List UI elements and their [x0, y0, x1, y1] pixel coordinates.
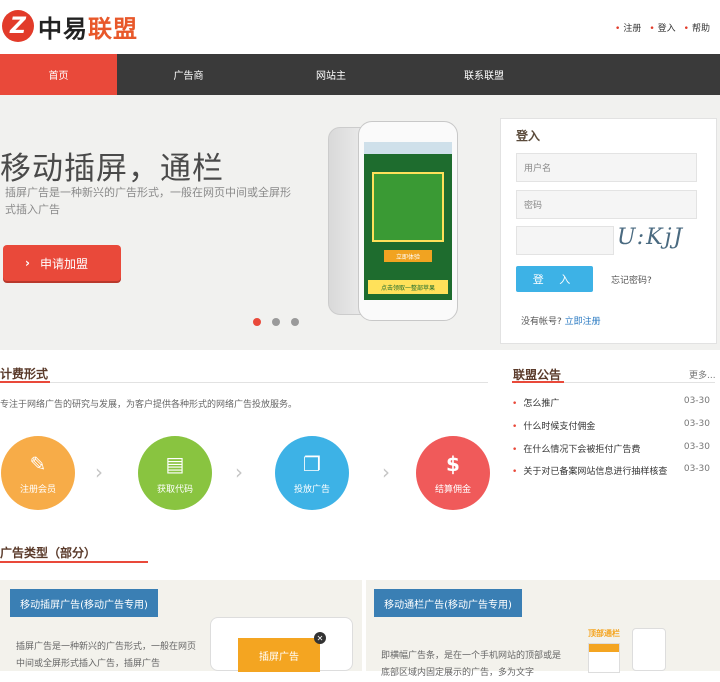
step-place-ad[interactable]: ❐ 投放广告: [275, 436, 349, 510]
captcha-input[interactable]: [516, 226, 614, 255]
banner-subtitle: 插屏广告是一种新兴的广告形式，一般在网页中间或全屏形式插入广告: [5, 186, 291, 216]
phone-illustration: 立即体验 点击领取一整部苹果: [328, 121, 460, 321]
fee-section-title: 计费形式: [0, 367, 49, 381]
adtype-desc-interstitial: 插屏广告是一种新兴的广告形式，一般在网页中间或全屏形式插入广告，插屏广告: [16, 642, 197, 669]
phone-screen: 立即体验 点击领取一整部苹果: [364, 142, 452, 300]
no-account-text: 没有帐号? 立即注册: [521, 317, 601, 327]
adtype-desc-banner: 即横幅广告条，是在一个手机网站的顶部或是底部区域内固定展示的广告，多为文字: [381, 651, 562, 678]
notice-more-link[interactable]: 更多...: [689, 368, 716, 381]
step-settle[interactable]: $ 结算佣金: [416, 436, 490, 510]
step-get-code[interactable]: ▤ 获取代码: [138, 436, 212, 510]
apply-join-button[interactable]: › 申请加盟: [3, 245, 121, 281]
adtype-tag-interstitial[interactable]: 移动插屏广告(移动广告专用): [10, 589, 158, 617]
password-input[interactable]: 密码: [516, 190, 697, 219]
main-nav: 首页 广告商 网站主 联系联盟: [0, 54, 720, 95]
logo-icon: Z: [2, 10, 34, 42]
login-button[interactable]: 登 入: [516, 266, 593, 292]
carousel-dot-3[interactable]: [291, 318, 299, 326]
phone-screen-banner: 点击领取一整部苹果: [368, 280, 448, 294]
chevron-right-icon: ›: [25, 256, 30, 270]
fee-divider: [0, 382, 488, 383]
banner-ad-preview: 顶部通栏: [588, 628, 628, 673]
code-document-icon: ▤: [165, 451, 185, 476]
nav-publishers[interactable]: 网站主: [260, 54, 402, 95]
adtype-tag-banner[interactable]: 移动通栏广告(移动广告专用): [374, 589, 522, 617]
chevron-right-icon: ›: [95, 460, 103, 484]
adtypes-divider-accent: [0, 561, 148, 563]
window-icon: ❐: [303, 451, 321, 476]
nav-contact[interactable]: 联系联盟: [402, 54, 566, 95]
notice-item[interactable]: • 怎么推广 03-30: [512, 396, 710, 409]
login-panel: 登入 用户名 密码 U:KjJ 登 入 忘记密码? 没有帐号? 立即注册: [500, 118, 717, 344]
top-links: • 注册 • 登入 • 帮助: [615, 21, 710, 34]
top-header: Z 中易 联盟 • 注册 • 登入 • 帮助: [0, 0, 720, 54]
apply-join-label: 申请加盟: [39, 256, 88, 271]
carousel-dot-2[interactable]: [272, 318, 280, 326]
phone-mockup-small: [632, 628, 666, 671]
username-input[interactable]: 用户名: [516, 153, 697, 182]
phone-front: 立即体验 点击领取一整部苹果: [358, 121, 458, 321]
nav-home[interactable]: 首页: [0, 54, 117, 95]
banner-preview-label: 顶部通栏: [588, 629, 620, 638]
site-logo[interactable]: Z 中易 联盟: [2, 8, 138, 44]
adtypes-section-title: 广告类型（部分）: [0, 546, 97, 560]
register-now-link[interactable]: 立即注册: [565, 317, 601, 327]
banner-title: 移动插屏，通栏: [0, 151, 224, 187]
pencil-icon: ✎: [29, 451, 47, 476]
login-link[interactable]: • 登入: [649, 21, 675, 34]
notice-item[interactable]: • 在什么情况下会被拒付广告费 03-30: [512, 442, 710, 455]
carousel-dot-1[interactable]: [253, 318, 261, 326]
notice-divider-accent: [512, 381, 564, 383]
help-link[interactable]: • 帮助: [684, 21, 710, 34]
logo-name-part1: 中易: [38, 14, 88, 43]
close-icon: ✕: [314, 632, 326, 644]
phone-screen-button: 立即体验: [384, 250, 432, 262]
notice-item[interactable]: • 什么时候支付佣金 03-30: [512, 419, 710, 432]
interstitial-ad-preview: 插屏广告 ✕: [210, 617, 353, 672]
captcha-image[interactable]: U:KjJ: [617, 225, 703, 257]
register-link[interactable]: • 注册: [615, 21, 641, 34]
logo-name-part2: 联盟: [88, 14, 138, 43]
chevron-right-icon: ›: [382, 460, 390, 484]
carousel-dots: [253, 318, 299, 326]
fee-divider-accent: [0, 381, 50, 383]
forgot-password-link[interactable]: 忘记密码?: [611, 273, 652, 286]
nav-advertisers[interactable]: 广告商: [117, 54, 260, 95]
dollar-icon: $: [446, 451, 460, 476]
fee-description: 专注于网络广告的研究与发展，为客户提供各种形式的网络广告投放服务。: [0, 400, 298, 410]
chevron-right-icon: ›: [235, 460, 243, 484]
step-register[interactable]: ✎ 注册会员: [1, 436, 75, 510]
interstitial-preview-label: 插屏广告: [238, 638, 320, 672]
login-title: 登入: [516, 129, 541, 143]
notice-item[interactable]: • 关于对已备案网站信息进行抽样核查 03-30: [512, 464, 710, 477]
